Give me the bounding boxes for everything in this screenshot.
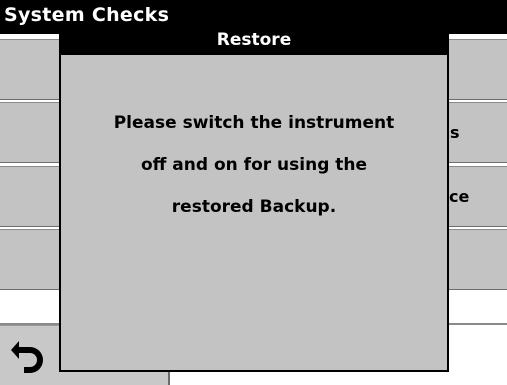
dialog-title: Restore (61, 26, 447, 55)
menu-button-3-label-tail: ce (449, 187, 470, 206)
restore-dialog: Restore Please switch the instrument off… (59, 24, 449, 372)
undo-arrow-icon (11, 341, 43, 373)
dialog-message-line: restored Backup. (171, 197, 337, 217)
dialog-message: Please switch the instrument off and on … (71, 102, 437, 228)
dialog-message-line: Please switch the instrument (113, 113, 395, 133)
menu-button-2-label-tail: s (450, 123, 460, 142)
dialog-message-line: off and on for using the (140, 155, 368, 175)
